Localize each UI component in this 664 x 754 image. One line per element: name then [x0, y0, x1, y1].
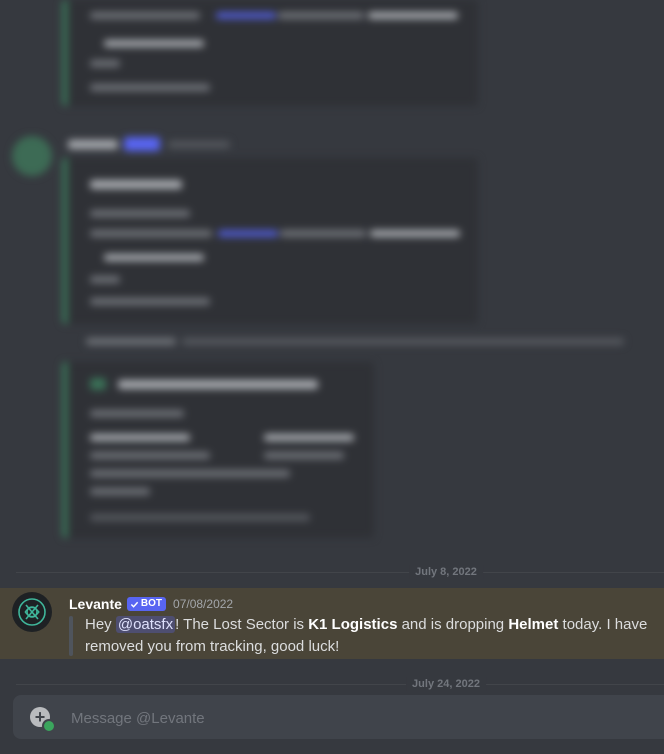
blockquote-bar	[69, 616, 73, 656]
date-divider-label: July 8, 2022	[409, 565, 483, 579]
message-header: Levante BOT 07/08/2022	[69, 594, 233, 614]
levante-logo-icon[interactable]	[12, 592, 52, 632]
message-content: Hey @oatsfx! The Lost Sector is K1 Logis…	[85, 614, 664, 658]
blurred-message-history	[0, 0, 664, 560]
date-divider-label: July 24, 2022	[406, 677, 486, 691]
message-composer: +	[13, 695, 664, 741]
message-levante[interactable]: Levante BOT 07/08/2022 Hey @oatsfx! The …	[0, 588, 664, 659]
bot-badge: BOT	[126, 597, 167, 611]
bot-badge-label: BOT	[140, 598, 163, 609]
message-timestamp: 07/08/2022	[173, 597, 234, 611]
plus-circle-icon[interactable]: +	[30, 707, 56, 733]
date-divider	[16, 572, 664, 573]
text-dropping: and is dropping	[397, 616, 509, 633]
text-hey: Hey	[85, 616, 116, 633]
checkmark-icon	[130, 601, 139, 608]
date-divider	[16, 684, 664, 685]
blurred-embed	[62, 158, 478, 324]
username[interactable]: Levante	[69, 596, 122, 612]
message-input[interactable]	[69, 695, 653, 741]
drop-item: Helmet	[508, 616, 559, 633]
user-mention[interactable]: @oatsfx	[115, 616, 176, 633]
lost-sector-name: K1 Logistics	[308, 616, 398, 633]
blurred-embed	[62, 0, 478, 106]
status-dot	[42, 719, 56, 733]
text-lost-sector: ! The Lost Sector is	[175, 616, 309, 633]
blurred-embed	[62, 362, 374, 538]
